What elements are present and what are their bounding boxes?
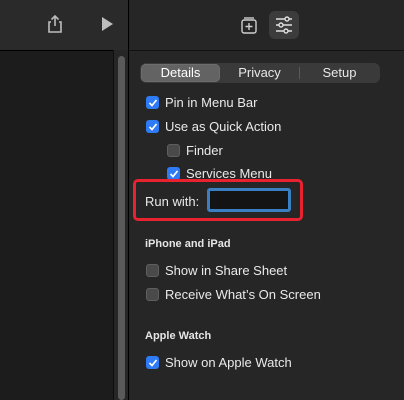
share-sheet-row[interactable]: Show in Share Sheet (146, 263, 287, 278)
whats-on-screen-label: Receive What’s On Screen (165, 287, 321, 302)
sliders-icon[interactable] (269, 11, 299, 39)
iphone-ipad-heading: iPhone and iPad (145, 238, 231, 250)
finder-label: Finder (186, 143, 223, 158)
whats-on-screen-checkbox[interactable] (146, 288, 159, 301)
inspector-tabs: Details Privacy Setup (140, 63, 380, 83)
apple-watch-heading: Apple Watch (145, 330, 212, 342)
editor-toolbar (0, 0, 128, 51)
show-on-watch-label: Show on Apple Watch (165, 355, 292, 370)
play-icon[interactable] (94, 11, 120, 37)
quick-action-checkbox[interactable] (146, 120, 159, 133)
editor-pane (0, 0, 129, 400)
share-sheet-label: Show in Share Sheet (165, 263, 288, 278)
inspector-toolbar (129, 0, 404, 51)
show-on-watch-checkbox[interactable] (146, 356, 159, 369)
run-with-field[interactable] (207, 188, 291, 212)
scrollbar[interactable] (113, 50, 129, 400)
finder-checkbox[interactable] (167, 144, 180, 157)
finder-row[interactable]: Finder (167, 143, 223, 158)
whats-on-screen-row[interactable]: Receive What’s On Screen (146, 287, 321, 302)
pin-menu-bar-label: Pin in Menu Bar (165, 95, 258, 110)
add-to-library-icon[interactable] (234, 11, 264, 39)
share-sheet-checkbox[interactable] (146, 264, 159, 277)
pin-menu-bar-row[interactable]: Pin in Menu Bar (146, 95, 258, 110)
share-icon[interactable] (42, 11, 68, 37)
run-with-label: Run with: (145, 194, 200, 209)
show-on-watch-row[interactable]: Show on Apple Watch (146, 355, 292, 370)
tab-setup[interactable]: Setup (300, 64, 379, 82)
scrollbar-thumb[interactable] (118, 56, 125, 400)
tab-details[interactable]: Details (141, 64, 220, 82)
quick-action-row[interactable]: Use as Quick Action (146, 119, 281, 134)
pin-menu-bar-checkbox[interactable] (146, 96, 159, 109)
tab-privacy[interactable]: Privacy (220, 64, 299, 82)
quick-action-label: Use as Quick Action (165, 119, 282, 134)
